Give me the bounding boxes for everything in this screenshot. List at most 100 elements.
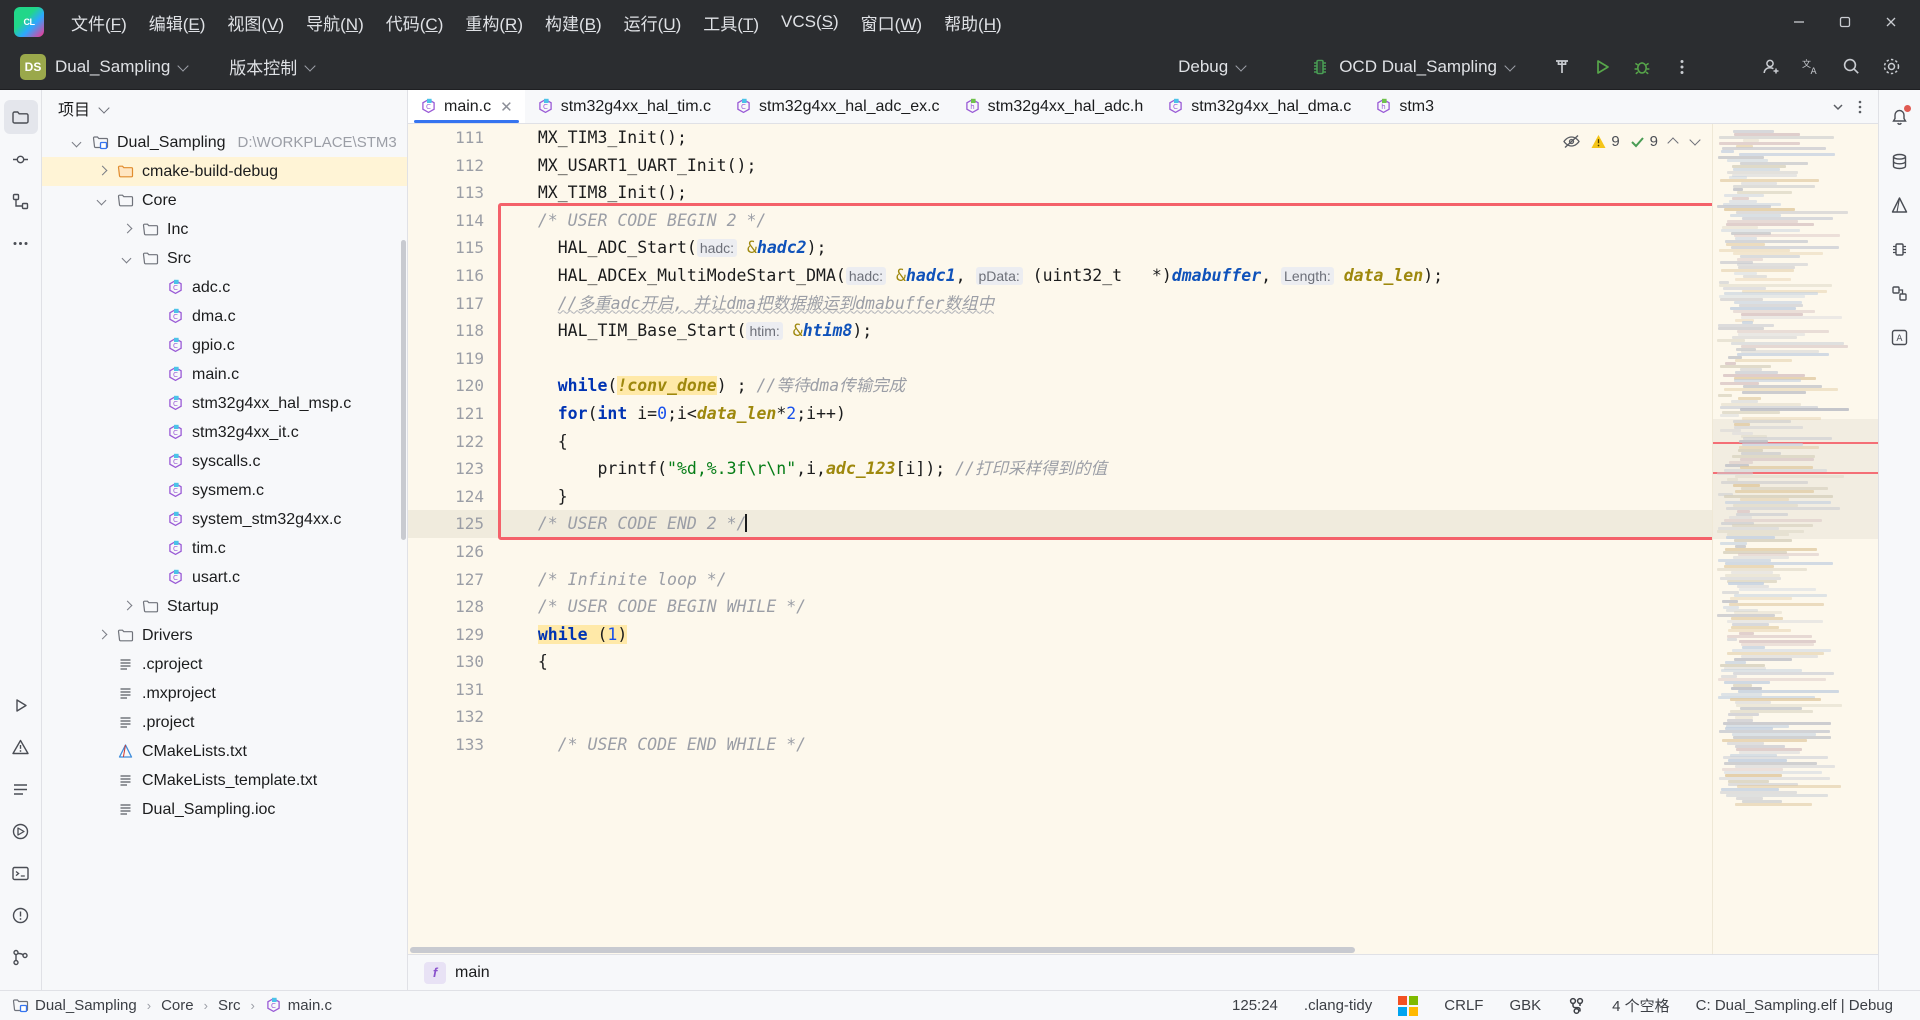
line-number[interactable]: 113 xyxy=(422,179,484,207)
ai-assistant-icon[interactable]: A xyxy=(1883,320,1917,354)
line-number[interactable]: 119 xyxy=(422,345,484,373)
status-breadcrumb-item-main-c[interactable]: Cmain.c xyxy=(265,997,332,1014)
menu-item-10[interactable]: 窗口(W) xyxy=(850,6,933,39)
tree-item-core[interactable]: Core xyxy=(42,186,407,215)
code-line-130[interactable]: 130 { xyxy=(408,648,1878,676)
run-button[interactable] xyxy=(1585,50,1619,84)
tree-item-cmake-build-debug[interactable]: cmake-build-debug xyxy=(42,157,407,186)
tree-item--mxproject[interactable]: .mxproject xyxy=(42,679,407,708)
menu-item-8[interactable]: 工具(T) xyxy=(692,6,770,39)
peripherals-icon[interactable] xyxy=(1883,276,1917,310)
line-number[interactable]: 123 xyxy=(422,455,484,483)
scrollbar-thumb[interactable] xyxy=(410,947,1355,953)
tree-toggle-right-icon[interactable] xyxy=(116,225,138,234)
editor-tab-stm32g4xx-hal-adc-h[interactable]: h stm32g4xx_hal_adc.h xyxy=(952,90,1156,123)
code-line-123[interactable]: 123 printf("%d,%.3f\r\n",i,adc_123[i]); … xyxy=(408,455,1878,483)
editor-horizontal-scrollbar[interactable] xyxy=(408,945,1712,954)
project-panel-scrollbar[interactable] xyxy=(401,240,406,540)
caret-position[interactable]: 125:24 xyxy=(1219,997,1291,1014)
git-tool-icon[interactable] xyxy=(4,940,38,974)
tree-item-tim-c[interactable]: Ctim.c xyxy=(42,534,407,563)
line-number[interactable]: 122 xyxy=(422,428,484,456)
search-button[interactable] xyxy=(1834,50,1868,84)
code-line-131[interactable]: 131 xyxy=(408,676,1878,704)
tree-item-stm32g4xx-hal-msp-c[interactable]: Cstm32g4xx_hal_msp.c xyxy=(42,389,407,418)
status-breadcrumb-item-core[interactable]: Core xyxy=(161,997,194,1014)
line-number[interactable]: 132 xyxy=(422,703,484,731)
tree-toggle-down-icon[interactable] xyxy=(116,254,138,263)
problems-tool-icon[interactable] xyxy=(4,730,38,764)
chevron-down-icon[interactable] xyxy=(100,103,111,114)
line-number[interactable]: 128 xyxy=(422,593,484,621)
menu-item-6[interactable]: 构建(B) xyxy=(534,6,613,39)
build-button[interactable] xyxy=(1545,50,1579,84)
run-target-label[interactable]: C: Dual_Sampling.elf | Debug xyxy=(1683,997,1906,1014)
run-tool-icon[interactable] xyxy=(4,688,38,722)
code-line-112[interactable]: 112 MX_USART1_UART_Init(); xyxy=(408,152,1878,180)
code-line-121[interactable]: 121 for(int i=0;i<data_len*2;i++) xyxy=(408,400,1878,428)
tree-item--cproject[interactable]: .cproject xyxy=(42,650,407,679)
vcs-widget[interactable]: 版本控制 xyxy=(220,54,317,79)
code-line-125[interactable]: 125 /* USER CODE END 2 */ xyxy=(408,510,1878,538)
menu-item-9[interactable]: VCS(S) xyxy=(770,8,850,36)
code-line-124[interactable]: 124 } xyxy=(408,483,1878,511)
inspection-profile[interactable]: .clang-tidy xyxy=(1291,997,1385,1014)
code-line-126[interactable]: 126 xyxy=(408,538,1878,566)
tree-item-syscalls-c[interactable]: Csyscalls.c xyxy=(42,447,407,476)
minimize-icon[interactable] xyxy=(1776,0,1822,44)
chevron-up-icon[interactable] xyxy=(1667,135,1680,148)
menu-item-4[interactable]: 代码(C) xyxy=(375,6,455,39)
more-tools-icon[interactable] xyxy=(4,226,38,260)
debug-button[interactable] xyxy=(1625,50,1659,84)
terminal-tool-icon[interactable] xyxy=(4,856,38,890)
editor-tab-stm32g4xx-hal-adc-ex-c[interactable]: Cstm32g4xx_hal_adc_ex.c xyxy=(723,90,952,123)
menu-item-0[interactable]: 文件(F) xyxy=(60,6,138,39)
todo-tool-icon[interactable] xyxy=(4,772,38,806)
tree-item-main-c[interactable]: Cmain.c xyxy=(42,360,407,389)
code-line-120[interactable]: 120 while(!conv_done) ; //等待dma传输完成 xyxy=(408,372,1878,400)
tabs-overflow-icon[interactable] xyxy=(1830,99,1846,115)
editor-tab-stm32g4xx-hal-tim-c[interactable]: Cstm32g4xx_hal_tim.c xyxy=(525,90,723,123)
menu-item-7[interactable]: 运行(U) xyxy=(613,6,693,39)
indent-setting[interactable]: 4 个空格 xyxy=(1599,995,1683,1016)
line-number[interactable]: 130 xyxy=(422,648,484,676)
tree-toggle-down-icon[interactable] xyxy=(91,196,113,205)
windows-icon[interactable] xyxy=(1385,995,1431,1016)
line-separator[interactable]: CRLF xyxy=(1431,997,1496,1014)
line-number[interactable]: 120 xyxy=(422,372,484,400)
warning-count-indicator[interactable]: 9 xyxy=(1590,133,1620,150)
code-line-115[interactable]: 115 HAL_ADC_Start(hadc: &hadc2); xyxy=(408,234,1878,262)
line-number[interactable]: 117 xyxy=(422,290,484,318)
editor-tabs-more-icon[interactable] xyxy=(1852,99,1868,115)
menu-item-1[interactable]: 编辑(E) xyxy=(138,6,217,39)
editor-tab-stm32g4xx-hal-dma-c[interactable]: Cstm32g4xx_hal_dma.c xyxy=(1155,90,1363,123)
translate-button[interactable]: 文 A xyxy=(1794,50,1828,84)
notifications-icon[interactable] xyxy=(1883,100,1917,134)
tree-item-cmakelists-txt[interactable]: CMakeLists.txt xyxy=(42,737,407,766)
settings-button[interactable] xyxy=(1874,50,1908,84)
code-line-122[interactable]: 122 { xyxy=(408,428,1878,456)
code-line-119[interactable]: 119 xyxy=(408,345,1878,373)
build-config-selector[interactable]: Debug xyxy=(1169,57,1248,77)
run-config-selector[interactable]: OCD Dual_Sampling xyxy=(1310,57,1517,77)
line-number[interactable]: 112 xyxy=(422,152,484,180)
breadcrumb-function-label[interactable]: main xyxy=(455,964,490,982)
notifications-tool-icon[interactable] xyxy=(4,898,38,932)
tree-item-dual-sampling[interactable]: Dual_Sampling D:\WORKPLACE\STM3 xyxy=(42,128,407,157)
eye-off-icon[interactable] xyxy=(1562,132,1581,151)
line-number[interactable]: 114 xyxy=(422,207,484,235)
tree-item-gpio-c[interactable]: Cgpio.c xyxy=(42,331,407,360)
tree-item-system-stm32g4xx-c[interactable]: Csystem_stm32g4xx.c xyxy=(42,505,407,534)
commit-tool-icon[interactable] xyxy=(4,142,38,176)
line-number[interactable]: 121 xyxy=(422,400,484,428)
line-number[interactable]: 118 xyxy=(422,317,484,345)
project-panel-header[interactable]: 项目 xyxy=(42,90,407,126)
editor-tab-stm3[interactable]: h stm3 xyxy=(1363,90,1446,123)
tree-item-sysmem-c[interactable]: Csysmem.c xyxy=(42,476,407,505)
branch-icon[interactable] xyxy=(1554,996,1599,1015)
editor-minimap[interactable] xyxy=(1712,124,1878,954)
menu-item-11[interactable]: 帮助(H) xyxy=(933,6,1013,39)
line-number[interactable]: 111 xyxy=(422,124,484,152)
maximize-icon[interactable] xyxy=(1822,0,1868,44)
database-icon[interactable] xyxy=(1883,144,1917,178)
